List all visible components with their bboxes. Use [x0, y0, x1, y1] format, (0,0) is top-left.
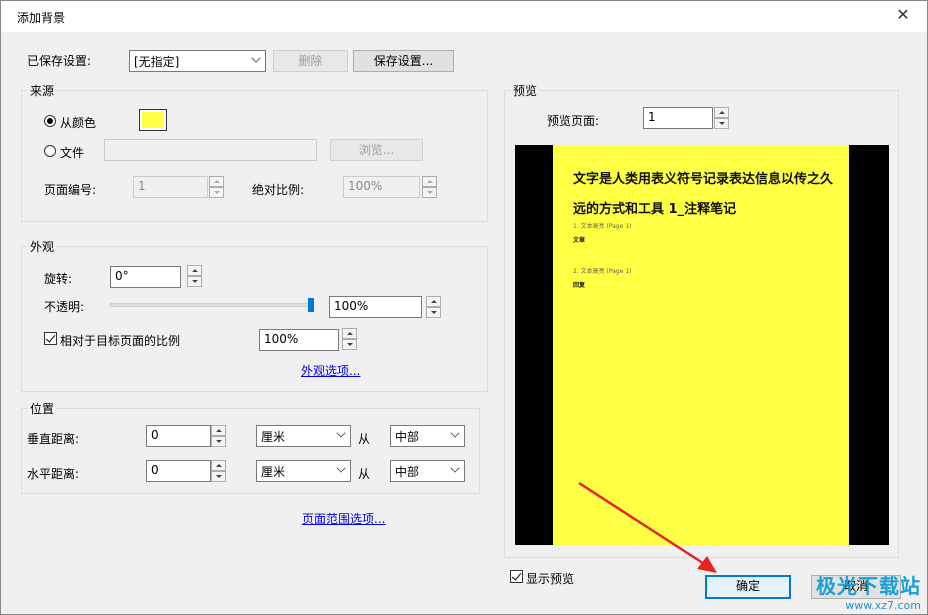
from-color-radio[interactable]	[44, 115, 56, 127]
show-preview-label: 显示预览	[526, 572, 575, 586]
stepper-down-icon[interactable]	[714, 118, 729, 129]
opacity-input[interactable]: 100%	[329, 296, 422, 318]
stepper-down-icon[interactable]	[422, 187, 437, 198]
chevron-down-icon	[251, 53, 261, 63]
saved-settings-label: 已保存设置:	[27, 54, 92, 68]
page-number-input[interactable]: 1	[133, 176, 208, 198]
appearance-options-link[interactable]: 外观选项...	[301, 362, 360, 379]
stepper-down-icon[interactable]	[426, 307, 441, 318]
vertical-from-value: 中部	[395, 430, 420, 444]
preview-doc-title: 文字是人类用表义符号记录表达信息以传之久远的方式和工具 1_注释笔记	[573, 172, 834, 217]
site-watermark: 极光下载站 www.xz7.com	[816, 570, 921, 612]
relative-scale-input[interactable]: 100%	[259, 329, 339, 351]
vertical-distance-input[interactable]: 0	[146, 425, 211, 447]
vertical-distance-stepper[interactable]	[211, 425, 226, 447]
horizontal-distance-input[interactable]: 0	[146, 460, 211, 482]
stepper-up-icon[interactable]	[714, 107, 729, 118]
close-icon[interactable]: ✕	[893, 5, 913, 25]
rotation-label: 旋转:	[44, 272, 73, 286]
stepper-down-icon[interactable]	[209, 187, 224, 198]
preview-item1-heading: 1. 文本高亮 (Page 1)	[573, 223, 632, 230]
saved-settings-value: [无指定]	[134, 55, 180, 69]
page-number-stepper[interactable]	[209, 176, 224, 198]
chevron-down-icon	[450, 463, 460, 473]
ok-button[interactable]: 确定	[705, 575, 791, 599]
watermark-url: www.xz7.com	[845, 599, 921, 612]
stepper-down-icon[interactable]	[211, 471, 226, 482]
watermark-text: 极光下载站	[816, 574, 921, 598]
vertical-distance-label: 垂直距离:	[27, 432, 80, 446]
file-path-input[interactable]	[104, 139, 317, 161]
preview-page-input[interactable]: 1	[643, 107, 713, 129]
preview-page-stepper[interactable]	[714, 107, 729, 129]
horizontal-from-label: 从	[358, 467, 371, 481]
vertical-from-select[interactable]: 中部	[390, 425, 465, 447]
add-background-dialog: 添加背景 ✕ 已保存设置: [无指定] 删除 保存设置... 来源 从颜色 文件…	[0, 0, 928, 615]
horizontal-from-select[interactable]: 中部	[390, 460, 465, 482]
color-swatch-fill	[142, 112, 164, 128]
appearance-group-title: 外观	[28, 238, 57, 255]
vertical-unit-select[interactable]: 厘米	[256, 425, 351, 447]
source-group-title: 来源	[28, 82, 57, 99]
chevron-down-icon	[336, 463, 346, 473]
stepper-up-icon[interactable]	[426, 296, 441, 307]
browse-button[interactable]: 浏览...	[330, 139, 423, 161]
stepper-down-icon[interactable]	[187, 276, 202, 287]
relative-scale-label: 相对于目标页面的比例	[60, 334, 181, 348]
preview-page-label: 预览页面:	[547, 114, 600, 128]
save-settings-button[interactable]: 保存设置...	[353, 50, 454, 72]
annotation-arrow	[578, 481, 717, 573]
relative-scale-checkbox[interactable]	[44, 332, 57, 345]
stepper-up-icon[interactable]	[211, 460, 226, 471]
appearance-group: 外观	[21, 238, 488, 392]
vertical-from-label: 从	[358, 432, 371, 446]
color-picker-button[interactable]	[139, 109, 167, 131]
file-radio[interactable]	[44, 145, 56, 157]
opacity-label: 不透明:	[44, 300, 85, 314]
title-bar: 添加背景 ✕	[1, 1, 927, 32]
preview-group-title: 预览	[511, 82, 540, 99]
preview-item2-text: 回复	[573, 282, 586, 289]
stepper-down-icon[interactable]	[342, 339, 357, 350]
stepper-up-icon[interactable]	[209, 176, 224, 187]
horizontal-unit-value: 厘米	[261, 465, 286, 479]
vertical-unit-value: 厘米	[261, 430, 286, 444]
horizontal-distance-label: 水平距离:	[27, 467, 80, 481]
stepper-up-icon[interactable]	[342, 328, 357, 339]
preview-item1-text: 文章	[573, 237, 586, 244]
absolute-scale-input[interactable]: 100%	[343, 176, 420, 198]
page-number-label: 页面编号:	[44, 183, 97, 197]
stepper-up-icon[interactable]	[211, 425, 226, 436]
opacity-stepper[interactable]	[426, 296, 441, 318]
opacity-slider-thumb[interactable]	[308, 298, 314, 312]
stepper-up-icon[interactable]	[187, 265, 202, 276]
chevron-down-icon	[336, 428, 346, 438]
file-label: 文件	[60, 146, 85, 160]
stepper-down-icon[interactable]	[211, 436, 226, 447]
from-color-label: 从颜色	[60, 116, 97, 130]
position-group-title: 位置	[28, 400, 57, 417]
page-range-options-link[interactable]: 页面范围选项...	[302, 510, 385, 527]
rotation-input[interactable]: 0°	[110, 266, 181, 288]
saved-settings-select[interactable]: [无指定]	[129, 50, 266, 72]
preview-item2-heading: 2. 文本高亮 (Page 1)	[573, 268, 632, 275]
opacity-slider-track[interactable]	[110, 303, 314, 307]
horizontal-from-value: 中部	[395, 465, 420, 479]
absolute-scale-label: 绝对比例:	[252, 183, 305, 197]
rotation-stepper[interactable]	[187, 265, 202, 287]
relative-scale-stepper[interactable]	[342, 328, 357, 350]
delete-button[interactable]: 删除	[273, 50, 348, 72]
absolute-scale-stepper[interactable]	[422, 176, 437, 198]
horizontal-distance-stepper[interactable]	[211, 460, 226, 482]
stepper-up-icon[interactable]	[422, 176, 437, 187]
horizontal-unit-select[interactable]: 厘米	[256, 460, 351, 482]
show-preview-checkbox[interactable]	[510, 570, 523, 583]
chevron-down-icon	[450, 428, 460, 438]
window-title: 添加背景	[17, 11, 66, 25]
